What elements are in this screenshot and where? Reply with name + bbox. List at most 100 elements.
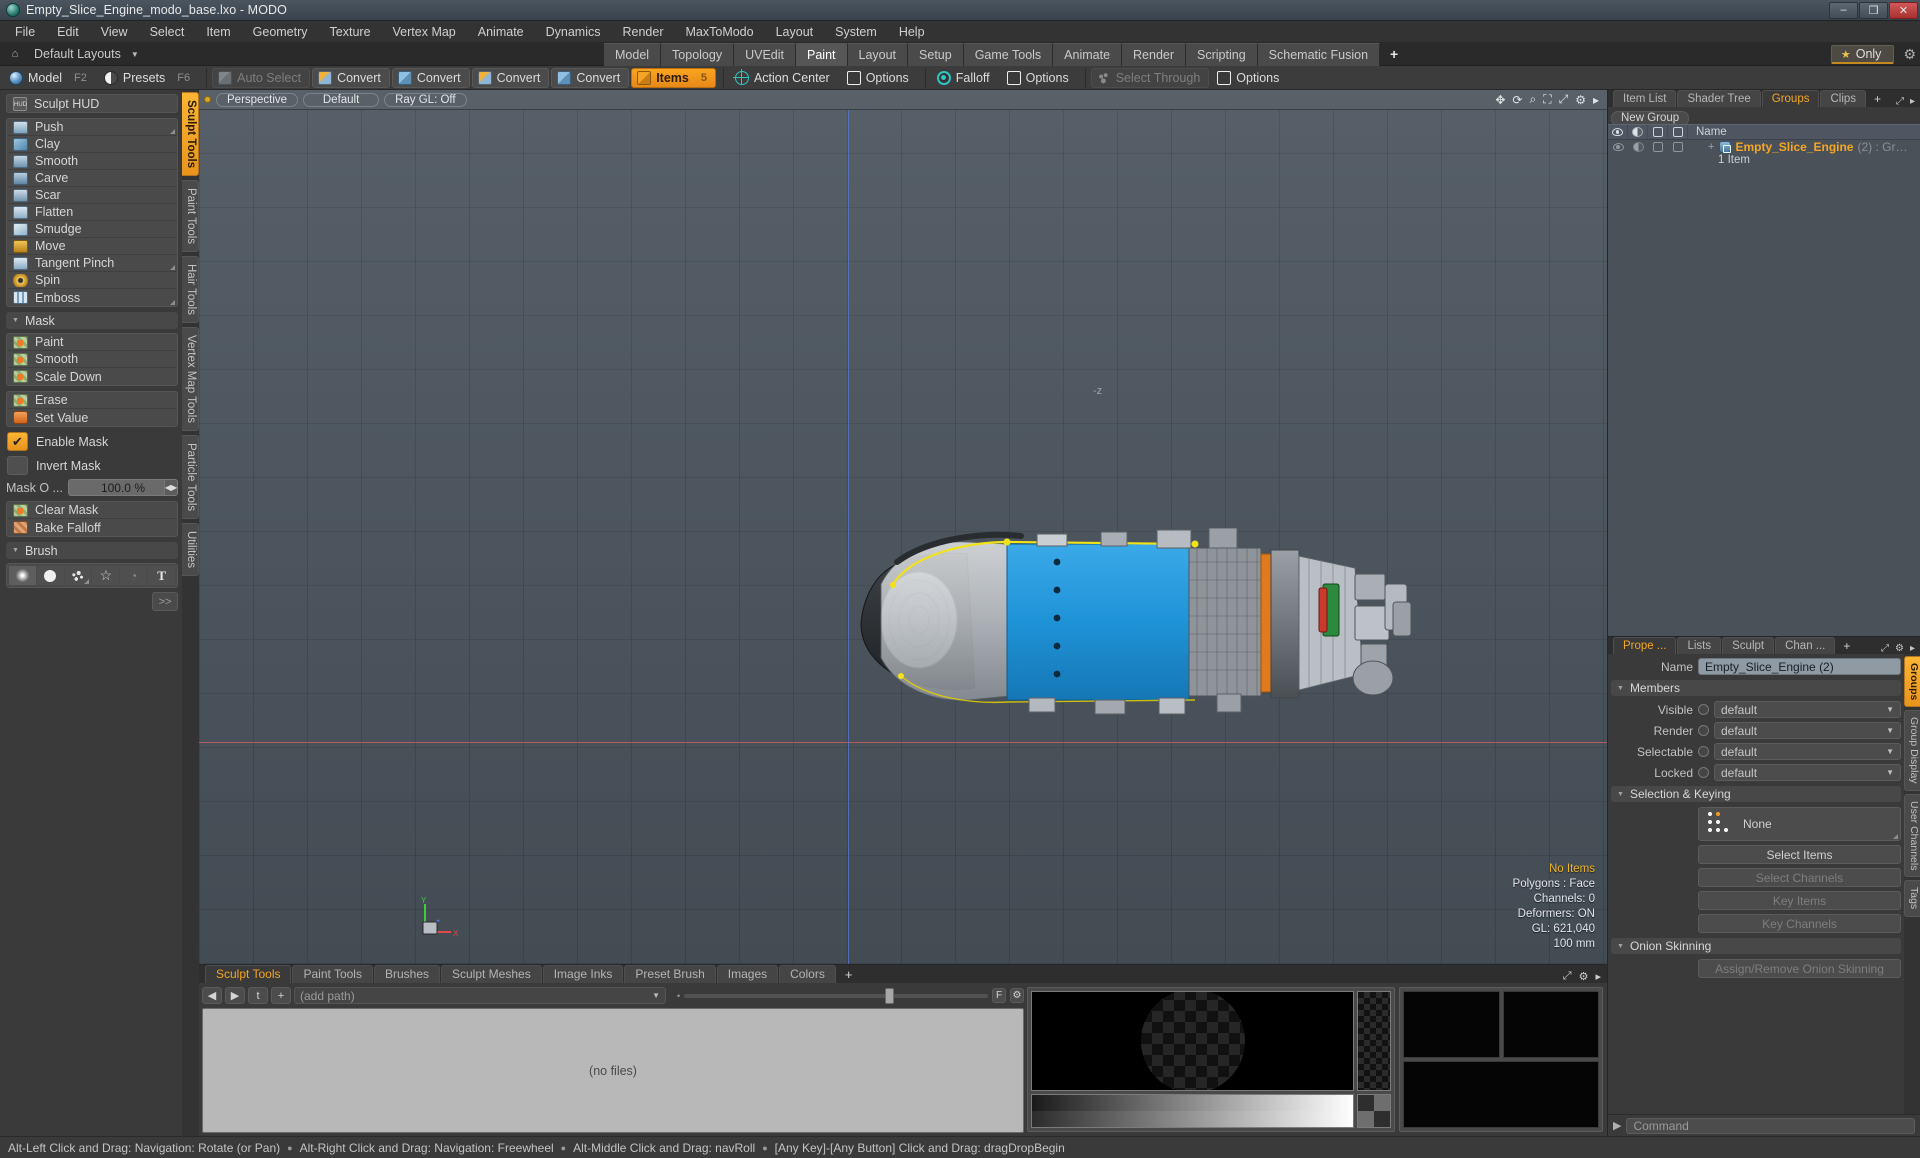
convert-edge-button[interactable]: Convert	[391, 67, 470, 88]
render-radio[interactable]	[1698, 725, 1709, 736]
model-mode-button[interactable]: Model F2	[3, 68, 96, 88]
tab-shader-tree[interactable]: Shader Tree	[1677, 90, 1761, 107]
vtab-vertex-map-tools[interactable]: Vertex Map Tools	[182, 327, 199, 432]
mask-opacity-input[interactable]: 100.0 % ◀▶	[67, 479, 178, 496]
viewport-shading-selector[interactable]: Default	[303, 92, 380, 107]
action-center-options-button[interactable]: Options	[841, 68, 918, 88]
invert-mask-row[interactable]: Invert Mask	[7, 456, 178, 475]
vtab-utilities[interactable]: Utilities	[182, 523, 199, 577]
bottom-tab-paint-tools[interactable]: Paint Tools	[292, 965, 373, 983]
viewport-projection-selector[interactable]: Perspective	[216, 92, 299, 107]
row-name-cell[interactable]: + Empty_Slice_Engine (2) : Gr…	[1688, 140, 1920, 154]
gear-icon[interactable]: ⚙	[1579, 970, 1589, 983]
onion-skinning-section-header[interactable]: ▼ Onion Skinning	[1611, 938, 1901, 954]
tab-model[interactable]: Model	[604, 43, 662, 66]
close-button[interactable]: ✕	[1889, 1, 1918, 19]
column-selectable[interactable]	[1668, 125, 1688, 139]
preview-quad[interactable]	[1403, 991, 1500, 1058]
brush-gradient-ramp[interactable]	[1031, 1094, 1354, 1128]
mask-section-header[interactable]: ▼ Mask	[6, 312, 178, 329]
menu-render[interactable]: Render	[612, 21, 675, 43]
gear-icon[interactable]: ⚙	[1903, 46, 1916, 63]
menu-maxtomodo[interactable]: MaxToModo	[675, 21, 765, 43]
menu-view[interactable]: View	[90, 21, 139, 43]
brush-image-ink[interactable]: ◔	[120, 566, 148, 585]
sculpt-tool-carve[interactable]: Carve	[7, 170, 177, 187]
tab-channels[interactable]: Chan ...	[1775, 637, 1836, 654]
menu-animate[interactable]: Animate	[467, 21, 535, 43]
brush-soft-dot[interactable]	[9, 566, 36, 585]
sculpt-tool-smooth[interactable]: Smooth	[7, 153, 177, 170]
visible-radio[interactable]	[1698, 704, 1709, 715]
chevron-down-icon[interactable]: ▼	[652, 991, 660, 1000]
select-through-button[interactable]: Select Through	[1090, 67, 1210, 88]
auto-select-button[interactable]: Auto Select	[212, 67, 311, 88]
name-input[interactable]: Empty_Slice_Engine (2)	[1698, 658, 1901, 675]
tab-uvedit[interactable]: UVEdit	[734, 43, 796, 66]
only-toggle-button[interactable]: ★ Only	[1830, 44, 1895, 64]
sculpt-hud-button[interactable]: HUD Sculpt HUD	[7, 95, 177, 112]
sculpt-tool-spin[interactable]: Spin	[7, 272, 177, 289]
add-layout-tab-button[interactable]: +	[1380, 43, 1408, 66]
column-visible[interactable]	[1608, 125, 1628, 139]
enable-mask-row[interactable]: ✔ Enable Mask	[7, 432, 178, 451]
selection-mode-button[interactable]: None	[1698, 807, 1901, 841]
brush-spatter[interactable]	[64, 566, 92, 585]
bottom-tab-sculpt-tools[interactable]: Sculpt Tools	[205, 965, 292, 983]
mask-tool-set-value[interactable]: Set Value	[7, 409, 177, 426]
table-row[interactable]: + Empty_Slice_Engine (2) : Gr…	[1608, 140, 1920, 154]
gear-icon[interactable]: ⚙	[1010, 988, 1024, 1003]
tab-topology[interactable]: Topology	[661, 43, 735, 66]
brush-preview-canvas[interactable]	[1031, 991, 1354, 1091]
add-properties-tab-button[interactable]: +	[1836, 638, 1857, 654]
visible-select[interactable]: default ▼	[1714, 701, 1901, 718]
bottom-tab-colors[interactable]: Colors	[779, 965, 836, 983]
selectable-radio[interactable]	[1698, 746, 1709, 757]
more-icon[interactable]: ▸	[1910, 643, 1915, 654]
gear-icon[interactable]: ⚙	[1895, 643, 1904, 654]
maximize-icon[interactable]: ⤢	[1559, 92, 1569, 107]
invert-mask-checkbox[interactable]	[7, 456, 28, 475]
slider-track[interactable]	[684, 987, 988, 1004]
tab-game-tools[interactable]: Game Tools	[963, 43, 1054, 66]
pvtab-user-channels[interactable]: User Channels	[1904, 793, 1920, 878]
maximize-button[interactable]: ❐	[1859, 1, 1888, 19]
mask-tool-paint[interactable]: Paint	[7, 334, 177, 351]
menu-system[interactable]: System	[824, 21, 888, 43]
filter-icon[interactable]: F	[992, 988, 1006, 1003]
menu-layout[interactable]: Layout	[765, 21, 825, 43]
convert-vertex-button[interactable]: Convert	[312, 67, 390, 88]
add-bottom-tab-button[interactable]: +	[837, 966, 861, 983]
command-arrow-icon[interactable]: ▶	[1613, 1119, 1621, 1132]
clear-mask-button[interactable]: Clear Mask	[7, 502, 177, 519]
tab-schematic-fusion[interactable]: Schematic Fusion	[1257, 43, 1381, 66]
jet-engine-model[interactable]	[857, 528, 1447, 728]
menu-item[interactable]: Item	[195, 21, 241, 43]
preview-quad[interactable]	[1502, 991, 1599, 1058]
chevron-down-icon[interactable]: ▼	[131, 50, 139, 59]
path-input[interactable]: (add path) ▼	[294, 987, 666, 1004]
selection-keying-section-header[interactable]: ▼ Selection & Keying	[1611, 786, 1901, 802]
tab-lists[interactable]: Lists	[1677, 637, 1722, 654]
sculpt-tool-clay[interactable]: Clay	[7, 136, 177, 153]
collapse-icon[interactable]: ▸	[1595, 970, 1601, 983]
column-shading[interactable]	[1628, 125, 1648, 139]
tab-groups[interactable]: Groups	[1761, 90, 1820, 107]
sculpt-tool-tangent-pinch[interactable]: Tangent Pinch	[7, 255, 177, 272]
bottom-tab-preset-brush[interactable]: Preset Brush	[624, 965, 716, 983]
brush-swatches[interactable]	[1357, 1094, 1391, 1128]
minimize-button[interactable]: –	[1829, 1, 1858, 19]
forward-icon[interactable]: ▶	[225, 987, 245, 1004]
pvtab-group-display[interactable]: Group Display	[1904, 710, 1920, 791]
menu-file[interactable]: File	[4, 21, 46, 43]
preview-quad[interactable]	[1403, 1061, 1599, 1128]
selectable-select[interactable]: default ▼	[1714, 743, 1901, 760]
home-icon[interactable]: ⌂	[4, 44, 26, 65]
row-selectable-toggle[interactable]	[1668, 142, 1688, 152]
tab-properties[interactable]: Prope ...	[1613, 637, 1677, 654]
menu-texture[interactable]: Texture	[319, 21, 382, 43]
rotate-view-icon[interactable]: ⟳	[1512, 93, 1522, 107]
menu-vertex-map[interactable]: Vertex Map	[382, 21, 467, 43]
tab-layout[interactable]: Layout	[847, 43, 909, 66]
vtab-hair-tools[interactable]: Hair Tools	[182, 256, 199, 324]
